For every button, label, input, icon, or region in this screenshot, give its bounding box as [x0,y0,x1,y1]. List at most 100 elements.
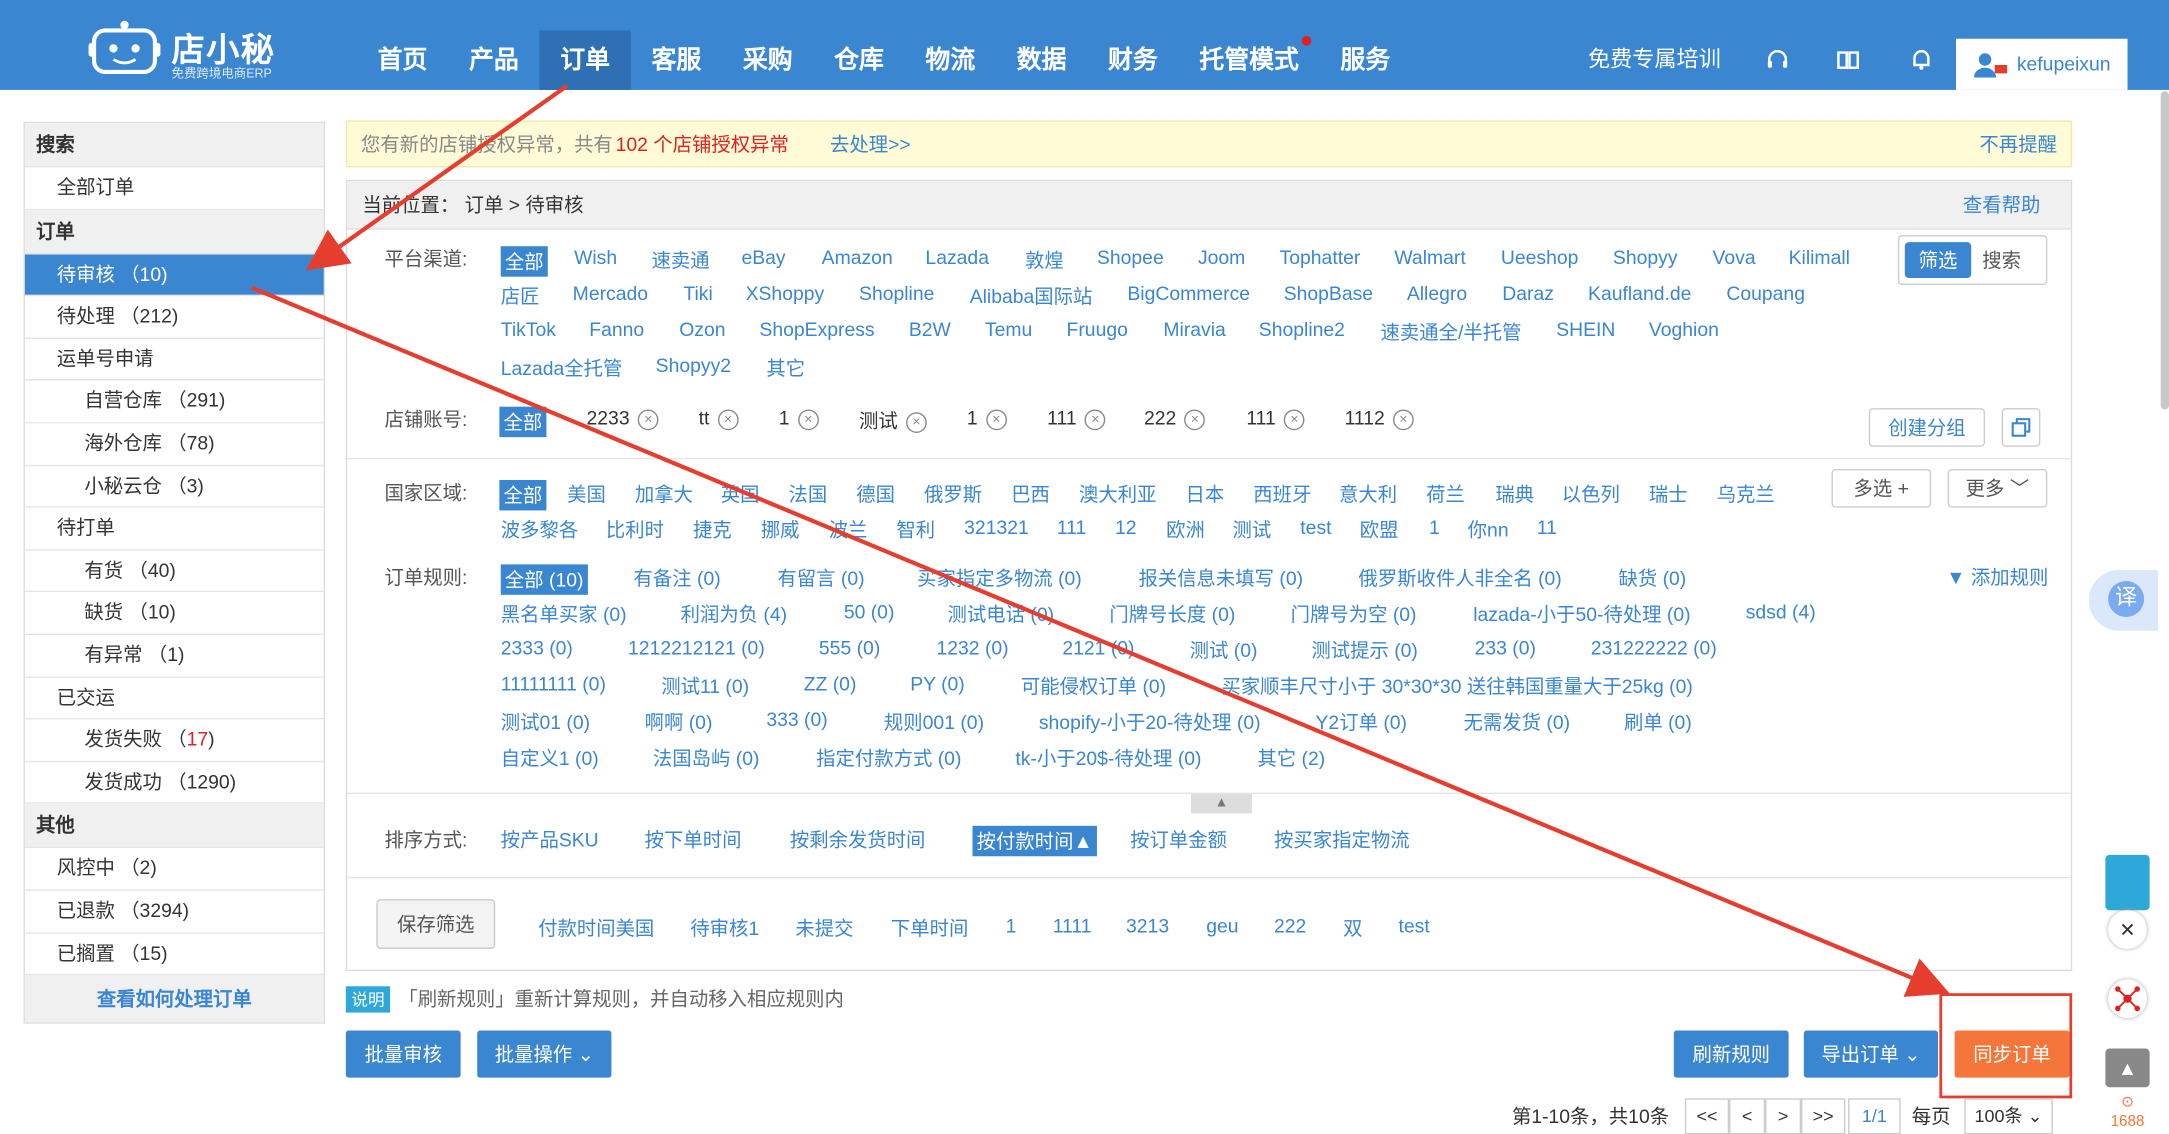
alibaba-1688-icon[interactable]: ⊙ 1688 [2105,1092,2150,1132]
platform-option[interactable]: 速卖通全/半托管 [1381,318,1522,346]
back-to-top-icon[interactable]: ▲ [2105,1048,2150,1088]
rule-option[interactable]: 法国岛屿 (0) [653,744,760,772]
platform-option[interactable]: Shopee [1097,246,1164,268]
saved-filter-option[interactable]: 待审核1 [690,914,759,942]
sidebar-item-risk-control[interactable]: 风控中 （2) [24,848,324,891]
platform-option[interactable]: B2W [909,318,951,340]
last-page-button[interactable]: >> [1801,1098,1846,1134]
country-option[interactable]: 巴西 [1011,480,1050,508]
create-group-button[interactable]: 创建分组 [1868,408,1986,447]
platform-option[interactable]: Tophatter [1280,246,1361,268]
remove-icon[interactable]: × [797,409,819,430]
sort-option[interactable]: 按买家指定物流 [1274,826,1410,854]
book-icon[interactable] [1836,47,1861,72]
rule-option[interactable]: 555 (0) [819,636,880,658]
sidebar-item-out-of-stock[interactable]: 缺货 （10) [24,593,324,635]
country-option[interactable]: 波多黎各 [501,516,578,544]
store-option[interactable]: 111 × [1246,407,1305,430]
rule-option[interactable]: 测试 (0) [1190,636,1258,664]
collapse-toggle[interactable]: ▲ [1191,794,1252,814]
batch-operation-button[interactable]: 批量操作 ⌄ [477,1030,612,1078]
country-option[interactable]: 德国 [856,480,895,508]
remove-icon[interactable]: × [1284,409,1305,430]
country-option[interactable]: 乌克兰 [1717,480,1775,508]
notice-dismiss-link[interactable]: 不再提醒 [1980,122,2057,166]
rule-option[interactable]: 测试电话 (0) [948,600,1055,628]
country-option[interactable]: 12 [1115,516,1137,538]
country-option[interactable]: 测试 [1233,516,1272,544]
country-option[interactable]: 日本 [1185,480,1224,508]
platform-option[interactable]: Coupang [1726,282,1805,304]
rule-option[interactable]: 有留言 (0) [777,564,864,592]
rule-option[interactable]: PY (0) [910,672,965,694]
sidebar-item-own-warehouse[interactable]: 自营仓库 （291) [24,381,324,424]
rule-option[interactable]: 报关信息未填写 (0) [1138,564,1303,592]
country-option[interactable]: 欧洲 [1166,516,1205,544]
rule-option[interactable]: ZZ (0) [804,672,857,694]
sidebar-item-abnormal[interactable]: 有异常 （1) [24,635,324,678]
country-option[interactable]: 1 [1429,516,1440,538]
platform-option[interactable]: 店匠 [501,282,540,310]
platform-option[interactable]: Shopline2 [1259,318,1345,340]
next-page-button[interactable]: > [1765,1098,1802,1134]
nav-product[interactable]: 产品 [448,30,539,89]
country-option[interactable]: 荷兰 [1426,480,1465,508]
country-option[interactable]: 英国 [721,480,760,508]
country-option[interactable]: 瑞典 [1495,480,1534,508]
country-option[interactable]: 美国 [567,480,606,508]
sidebar-item-in-stock[interactable]: 有货 （40) [24,550,324,593]
store-option[interactable]: 测试 × [859,407,927,435]
rule-option[interactable]: 买家顺丰尺寸小于 30*30*30 送往韩国重量大于25kg (0) [1221,672,1692,700]
rule-option[interactable]: 全部 (10) [500,564,588,595]
language-icon[interactable]: ✕ [2108,910,2147,949]
sidebar-item-cloud-warehouse[interactable]: 小秘云仓 （3) [24,466,324,508]
platform-option[interactable]: Amazon [822,246,893,268]
sidebar-item-waybill[interactable]: 运单号申请 [24,339,324,381]
country-option[interactable]: 瑞士 [1649,480,1688,508]
platform-option[interactable]: Joom [1198,246,1245,268]
nav-home[interactable]: 首页 [357,30,448,89]
platform-option[interactable]: Wish [574,246,617,268]
platform-option[interactable]: XShoppy [746,282,825,304]
country-option[interactable]: 西班牙 [1253,480,1311,508]
remove-icon[interactable]: × [906,411,927,433]
country-option[interactable]: 加拿大 [635,480,693,508]
sidebar-item-shipped[interactable]: 已交运 [24,677,324,720]
country-option[interactable]: 智利 [896,516,935,544]
rule-option[interactable]: 测试提示 (0) [1311,636,1418,664]
country-option[interactable]: 挪威 [761,516,800,544]
nav-hosting[interactable]: 托管模式 [1179,30,1320,89]
nav-purchase[interactable]: 采购 [722,30,813,89]
sort-option[interactable]: 按产品SKU [501,826,599,854]
saved-filter-option[interactable]: test [1399,914,1430,936]
sort-option[interactable]: 按剩余发货时间 [790,826,926,854]
more-countries-button[interactable]: 更多 ﹀ [1947,468,2048,508]
country-option[interactable]: 欧盟 [1360,516,1399,544]
platform-option[interactable]: Temu [985,318,1032,340]
logo[interactable]: 店小秘 免费跨境电商ERP [88,14,283,80]
rule-option[interactable]: 无需发货 (0) [1464,708,1571,736]
prev-page-button[interactable]: < [1729,1098,1766,1134]
saved-filter-option[interactable]: geu [1206,914,1238,936]
rule-option[interactable]: 买家指定多物流 (0) [917,564,1082,592]
rule-option[interactable]: 规则001 (0) [884,708,984,736]
sidebar-item-overseas-warehouse[interactable]: 海外仓库 （78) [24,423,324,466]
rule-option[interactable]: 俄罗斯收件人非全名 (0) [1358,564,1561,592]
platform-option[interactable]: 速卖通 [652,246,710,274]
platform-option[interactable]: Fruugo [1067,318,1128,340]
platform-option[interactable]: BigCommerce [1127,282,1250,304]
rule-option[interactable]: 1212212121 (0) [628,636,765,658]
nav-finance[interactable]: 财务 [1087,30,1178,89]
country-option[interactable]: test [1300,516,1331,538]
country-option[interactable]: 111 [1057,516,1086,538]
store-option[interactable]: 222 × [1144,407,1206,430]
rule-option[interactable]: 231222222 (0) [1591,636,1717,658]
filter-button[interactable]: 筛选 [1904,242,1972,279]
platform-option[interactable]: 全部 [500,246,548,277]
remove-icon[interactable]: × [986,409,1007,430]
country-option[interactable]: 法国 [788,480,827,508]
nav-order[interactable]: 订单 [539,30,631,90]
store-option[interactable]: 111 × [1047,407,1106,430]
platform-option[interactable]: eBay [741,246,785,268]
saved-filter-option[interactable]: 1111 [1053,914,1092,936]
